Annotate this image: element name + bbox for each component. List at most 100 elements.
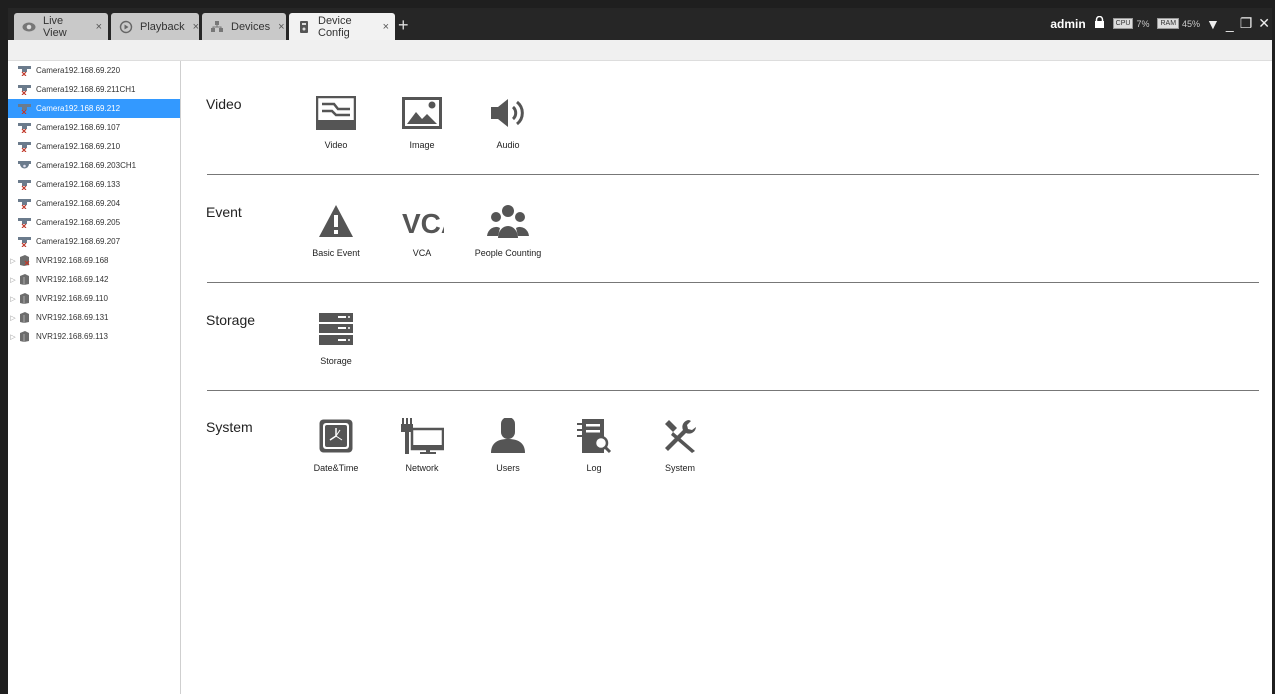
- config-panel: VideoVideoImageAudioEventBasic EventVCAV…: [181, 61, 1272, 694]
- tab-close-button[interactable]: ×: [193, 21, 199, 33]
- camera-icon: [18, 217, 31, 228]
- config-item-network[interactable]: Network: [382, 417, 462, 473]
- tree-item-camera[interactable]: Camera192.168.69.212: [8, 99, 180, 118]
- network-icon: [400, 417, 444, 455]
- menu-dropdown-button[interactable]: ▼: [1206, 16, 1220, 32]
- storage-icon: [314, 310, 358, 348]
- tree-item-camera[interactable]: Camera192.168.69.220: [8, 61, 180, 80]
- expand-arrow-icon[interactable]: ▷: [8, 314, 18, 322]
- tree-item-label: NVR192.168.69.142: [36, 275, 109, 284]
- restore-button[interactable]: ❐: [1240, 15, 1253, 32]
- tab-label: Playback: [140, 20, 185, 33]
- config-item-label: Video: [324, 140, 348, 150]
- config-item-label: Date&Time: [313, 463, 359, 473]
- config-item-label: Storage: [320, 356, 352, 366]
- clock-icon: [314, 417, 358, 455]
- config-item-basic-event[interactable]: Basic Event: [296, 202, 376, 258]
- new-tab-button[interactable]: +: [398, 13, 409, 37]
- minimize-button[interactable]: _: [1226, 16, 1234, 32]
- tree-item-camera[interactable]: Camera192.168.69.205: [8, 213, 180, 232]
- username[interactable]: admin: [1050, 17, 1085, 31]
- tree-item-nvr[interactable]: ▷ NVR192.168.69.131: [8, 308, 180, 327]
- config-item-audio[interactable]: Audio: [468, 94, 548, 150]
- tree-item-nvr[interactable]: ▷ NVR192.168.69.113: [8, 327, 180, 346]
- tree-item-camera[interactable]: Camera192.168.69.133: [8, 175, 180, 194]
- section-divider: [207, 282, 1259, 283]
- tree-item-label: Camera192.168.69.212: [36, 104, 121, 113]
- ram-meter: RAM 45%: [1157, 18, 1200, 29]
- close-button[interactable]: ✕: [1258, 15, 1270, 32]
- expand-arrow-icon[interactable]: ▷: [8, 276, 18, 284]
- nvr-icon: [18, 312, 31, 323]
- app-window: Live View × Playback × Devices × Device …: [0, 0, 1275, 694]
- tree-item-nvr[interactable]: ▷ NVR192.168.69.110: [8, 289, 180, 308]
- ram-value: 45%: [1182, 18, 1201, 29]
- people-icon: [486, 202, 530, 240]
- cpu-value: 7%: [1136, 18, 1150, 29]
- tab-close-button[interactable]: ×: [96, 21, 102, 33]
- tab-playback[interactable]: Playback ×: [111, 13, 199, 40]
- tree-item-camera[interactable]: Camera192.168.69.204: [8, 194, 180, 213]
- nvr-icon: [18, 255, 31, 266]
- section-title: Video: [206, 96, 242, 112]
- ram-icon: RAM: [1157, 18, 1180, 29]
- camera-icon: [18, 84, 31, 95]
- section-divider: [207, 390, 1259, 391]
- tab-devices[interactable]: Devices ×: [202, 13, 286, 40]
- tree-item-camera[interactable]: Camera192.168.69.203CH1: [8, 156, 180, 175]
- tab-label: Live View: [43, 14, 67, 39]
- section-divider: [207, 174, 1259, 175]
- tree-item-camera[interactable]: Camera192.168.69.107: [8, 118, 180, 137]
- tab-close-button[interactable]: ×: [383, 21, 389, 33]
- tree-item-nvr[interactable]: ▷ NVR192.168.69.168: [8, 251, 180, 270]
- config-item-system[interactable]: System: [640, 417, 720, 473]
- playback-icon: [119, 20, 133, 34]
- device-tree: Camera192.168.69.220 Camera192.168.69.211…: [8, 61, 181, 694]
- tree-item-label: Camera192.168.69.211CH1: [36, 85, 136, 94]
- tree-item-camera[interactable]: Camera192.168.69.207: [8, 232, 180, 251]
- lock-icon[interactable]: [1094, 15, 1105, 31]
- config-item-log[interactable]: Log: [554, 417, 634, 473]
- tab-live-view[interactable]: Live View ×: [14, 13, 108, 40]
- tree-item-nvr[interactable]: ▷ NVR192.168.69.142: [8, 270, 180, 289]
- config-item-date-time[interactable]: Date&Time: [296, 417, 376, 473]
- window-top-border: [0, 0, 1275, 8]
- expand-arrow-icon[interactable]: ▷: [8, 333, 18, 341]
- user-icon: [486, 417, 530, 455]
- camera-icon: [18, 236, 31, 247]
- toolbar-strip: [8, 40, 1272, 61]
- config-item-image[interactable]: Image: [382, 94, 462, 150]
- tab-device-config[interactable]: Device Config ×: [289, 13, 395, 40]
- tree-item-camera[interactable]: Camera192.168.69.210: [8, 137, 180, 156]
- video-icon: [314, 94, 358, 132]
- camera-icon: [18, 198, 31, 209]
- config-item-vca[interactable]: VCA VCA: [382, 202, 462, 258]
- config-item-users[interactable]: Users: [468, 417, 548, 473]
- tree-item-label: Camera192.168.69.210: [36, 142, 121, 151]
- tree-item-label: NVR192.168.69.131: [36, 313, 109, 322]
- tree-item-label: NVR192.168.69.168: [36, 256, 109, 265]
- config-item-people-counting[interactable]: People Counting: [468, 202, 548, 258]
- config-item-label: People Counting: [474, 248, 542, 258]
- tree-item-label: Camera192.168.69.207: [36, 237, 121, 246]
- config-item-label: Log: [586, 463, 602, 473]
- status-area: admin CPU 7% RAM 45% ▼ _ ❐ ✕: [1050, 15, 1270, 32]
- expand-arrow-icon[interactable]: ▷: [8, 257, 18, 265]
- tree-item-label: Camera192.168.69.107: [36, 123, 121, 132]
- config-item-label: Network: [405, 463, 439, 473]
- camera-icon: [18, 179, 31, 190]
- config-item-label: Basic Event: [312, 248, 360, 258]
- tree-item-label: Camera192.168.69.133: [36, 180, 121, 189]
- config-item-storage[interactable]: Storage: [296, 310, 376, 366]
- expand-arrow-icon[interactable]: ▷: [8, 295, 18, 303]
- audio-icon: [486, 94, 530, 132]
- config-item-label: Audio: [496, 140, 520, 150]
- tools-icon: [658, 417, 702, 455]
- camera-icon: [18, 122, 31, 133]
- config-item-video[interactable]: Video: [296, 94, 376, 150]
- tree-item-camera[interactable]: Camera192.168.69.211CH1: [8, 80, 180, 99]
- camera-icon: [18, 103, 31, 114]
- tab-label: Device Config: [318, 14, 352, 39]
- tab-close-button[interactable]: ×: [278, 21, 284, 33]
- tree-item-label: NVR192.168.69.110: [36, 294, 108, 303]
